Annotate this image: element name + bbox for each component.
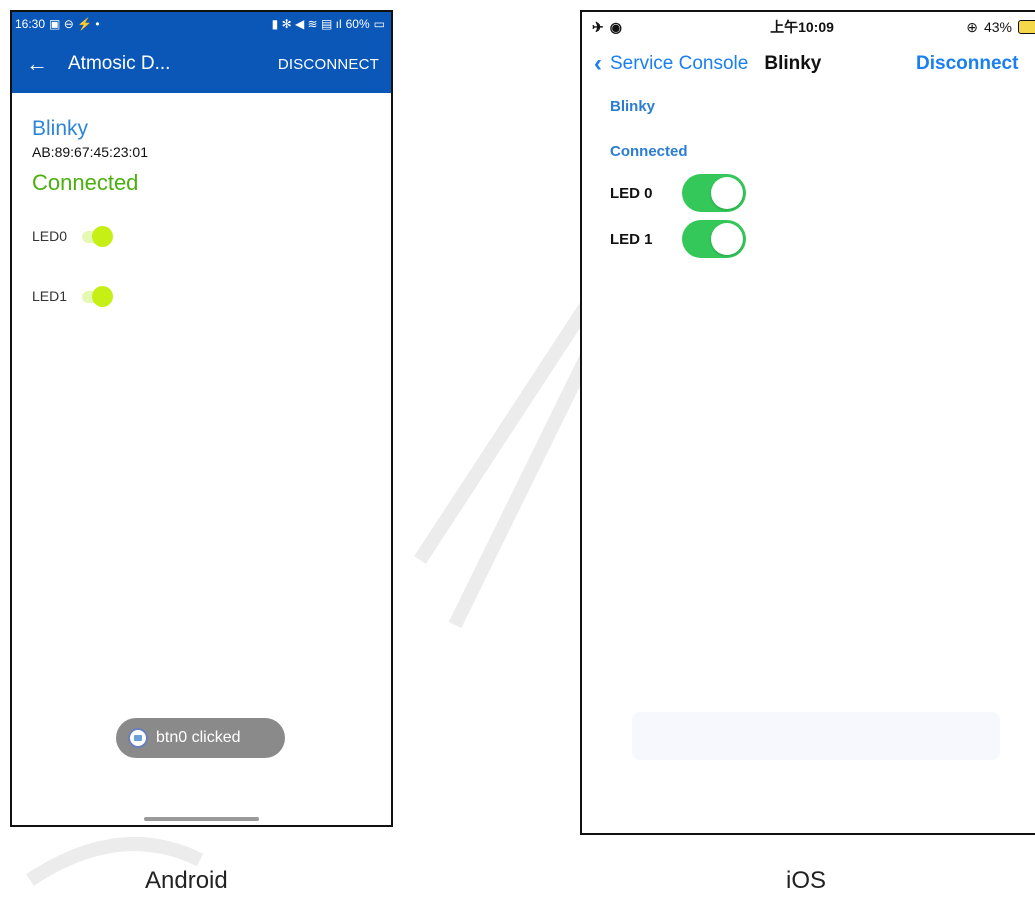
status-time: 上午10:09 bbox=[770, 19, 834, 35]
led0-switch[interactable] bbox=[682, 174, 746, 212]
android-content: Blinky AB:89:67:45:23:01 Connected LED0 … bbox=[12, 93, 391, 328]
android-toolbar: ← Atmosic D... DISCONNECT bbox=[12, 35, 391, 93]
back-button[interactable]: ‹ Service Console bbox=[594, 50, 748, 78]
airplane-icon: ✈ bbox=[592, 18, 604, 35]
android-caption: Android bbox=[145, 867, 228, 894]
disconnect-button[interactable]: Disconnect bbox=[916, 53, 1018, 75]
led-label: LED 0 bbox=[610, 184, 653, 202]
ios-caption: iOS bbox=[786, 867, 827, 894]
led0-switch[interactable] bbox=[80, 226, 114, 247]
page-title: Blinky bbox=[764, 53, 822, 74]
system-icons: ▮ ✻ ◀ ≋ ▤ ıl bbox=[271, 16, 342, 31]
wifi-icon: ◉ bbox=[609, 18, 622, 35]
device-name: Blinky bbox=[32, 117, 89, 140]
toast: btn0 clicked bbox=[116, 718, 285, 758]
led-label: LED1 bbox=[32, 288, 68, 304]
android-phone: 16:30 ▣ ⊖ ⚡ • ▮ ✻ ◀ ≋ ▤ ıl 60% ▭ ← Atmos… bbox=[10, 10, 393, 827]
status-time: 16:30 bbox=[15, 16, 46, 31]
battery-level: 60% bbox=[345, 16, 370, 31]
led-row: LED1 bbox=[32, 286, 371, 307]
led-row: LED0 bbox=[32, 226, 371, 247]
ios-phone: ✈ ◉ 上午10:09 ⊕ 43% ‹ Service Console Blin… bbox=[580, 10, 1035, 835]
led-label: LED 1 bbox=[610, 230, 653, 248]
ios-nav-bar: ‹ Service Console Blinky Disconnect bbox=[582, 42, 1035, 86]
back-label: Service Console bbox=[610, 53, 749, 74]
android-status-bar: 16:30 ▣ ⊖ ⚡ • ▮ ✻ ◀ ≋ ▤ ıl 60% ▭ bbox=[12, 12, 391, 35]
chevron-left-icon: ‹ bbox=[594, 50, 602, 77]
battery-icon bbox=[1018, 20, 1035, 34]
toast-text: btn0 clicked bbox=[156, 729, 241, 746]
led-row: LED 0 bbox=[610, 174, 1024, 212]
led1-switch[interactable] bbox=[682, 220, 746, 258]
led-action-button[interactable] bbox=[632, 712, 1000, 760]
back-arrow-icon[interactable]: ← bbox=[12, 51, 62, 77]
battery-icon: ▭ bbox=[373, 16, 385, 31]
led1-switch[interactable] bbox=[80, 286, 114, 307]
device-address: AB:89:67:45:23:01 bbox=[32, 144, 148, 160]
ios-status-bar: ✈ ◉ 上午10:09 ⊕ 43% bbox=[582, 12, 1035, 42]
led-label: LED0 bbox=[32, 228, 68, 244]
gesture-handle[interactable] bbox=[144, 817, 259, 821]
ios-content: Blinky Connected LED 0 LED 1 bbox=[582, 98, 1035, 258]
device-name: Blinky bbox=[610, 98, 656, 115]
connection-status: Connected bbox=[610, 143, 688, 160]
connection-status: Connected bbox=[32, 170, 139, 195]
led-row: LED 1 bbox=[610, 220, 1024, 258]
notification-icons: ▣ ⊖ ⚡ • bbox=[49, 16, 100, 31]
battery-level: 43% bbox=[983, 19, 1012, 35]
app-icon bbox=[128, 728, 148, 748]
orientation-lock-icon: ⊕ bbox=[966, 18, 978, 35]
page-title: Atmosic D... bbox=[68, 53, 171, 74]
disconnect-button[interactable]: DISCONNECT bbox=[278, 56, 379, 73]
